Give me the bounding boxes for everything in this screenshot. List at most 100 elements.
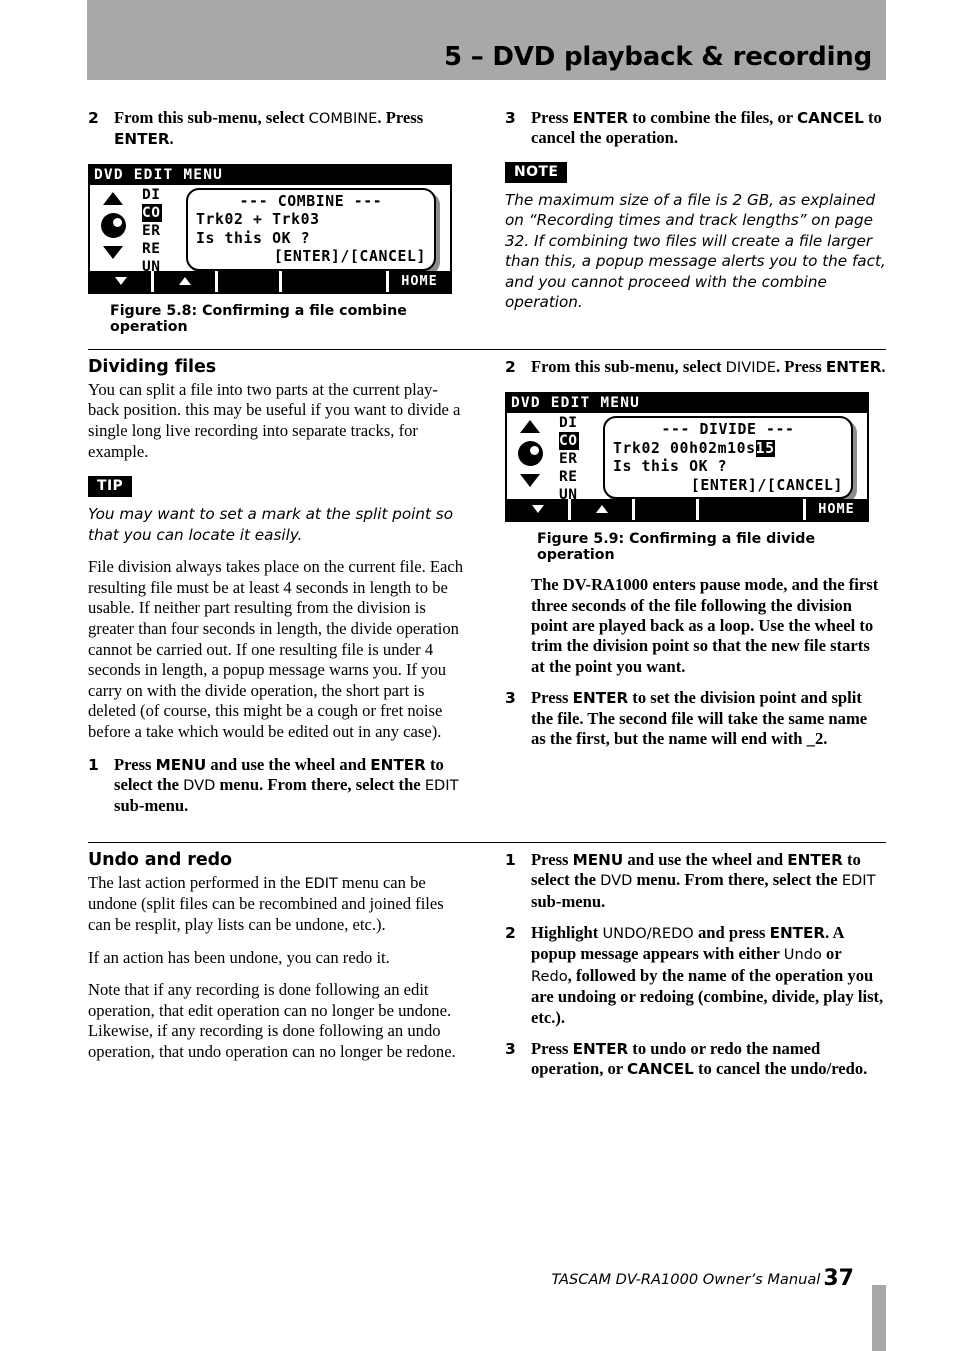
lcd-up-arrow-icon	[103, 191, 123, 205]
softkey-down	[507, 499, 572, 521]
step-number: 1	[505, 850, 516, 869]
lcd-menu-item-3: RE	[142, 240, 161, 257]
popup-line-keys: [ENTER]/[CANCEL]	[690, 476, 843, 494]
step-text-b: to combine the files, or	[628, 108, 797, 127]
lcd-menu-list: DI CO ER RE UN	[559, 414, 580, 504]
step-number: 2	[88, 109, 99, 127]
lcd-softkey-bar: HOME	[90, 270, 450, 292]
step-combine-2: 2 From this sub-menu, select COMBINE. Pr…	[88, 108, 469, 150]
footer-manual-title: TASCAM DV-RA1000 Owner’s Manual	[551, 1271, 821, 1288]
left-column-dividing-files: Dividing files You can split a file into…	[88, 357, 469, 828]
page-content: 2 From this sub-menu, select COMBINE. Pr…	[88, 108, 886, 1091]
dividing-files-para-1: You can split a file into two parts at t…	[88, 379, 461, 461]
popup-title: --- DIVIDE ---	[661, 421, 795, 439]
device-label-divide: DIVIDE	[725, 358, 776, 376]
device-label-edit: EDIT	[424, 776, 459, 794]
step-text-a: Press	[531, 1039, 573, 1058]
figure-5-9: DVD EDIT MENU DI CO ER RE UN --- DIVIDE …	[505, 392, 886, 563]
right-column-undo-redo: 1 Press MENU and use the wheel and ENTER…	[505, 850, 886, 1091]
page-footer: TASCAM DV-RA1000 Owner’s Manual 37	[551, 1266, 854, 1291]
page-number: 37	[823, 1266, 854, 1291]
key-label-menu: MENU	[155, 755, 207, 774]
step-text-d: menu. From there, select the	[215, 774, 425, 794]
step-number: 2	[505, 923, 516, 942]
triangle-up-icon	[595, 505, 608, 514]
lcd-menu-item-3: RE	[559, 469, 578, 486]
step-undo-3: 3 Press ENTER to undo or redo the named …	[505, 1039, 886, 1080]
step-text-a: Press	[531, 688, 573, 708]
step-text: Press ENTER to combine the files, or CAN…	[531, 108, 886, 149]
figure-5-8: DVD EDIT MENU DI CO ER RE UN --- COMBINE…	[88, 163, 469, 335]
lcd-popup-combine: --- COMBINE --- Trk02 + Trk03 Is this OK…	[186, 187, 436, 271]
lcd-title-bar: DVD EDIT MENU	[507, 394, 867, 414]
popup-line-question: Is this OK ?	[196, 229, 311, 247]
tip-text: You may want to set a mark at the split …	[88, 505, 454, 544]
step-text: Press MENU and use the wheel and ENTER t…	[114, 755, 469, 817]
device-label-edit: EDIT	[304, 875, 338, 892]
softkey-blank-1	[635, 499, 700, 521]
key-label-enter: ENTER	[572, 109, 629, 127]
step-text: Press ENTER to set the division point an…	[531, 688, 886, 749]
step-text-b: and use the wheel and	[623, 849, 788, 869]
step-dividing-1: 1 Press MENU and use the wheel and ENTER…	[88, 755, 469, 817]
device-label-combine: COMBINE	[308, 110, 378, 127]
popup-line-question: Is this OK ?	[613, 458, 728, 476]
lcd-menu-item-2: ER	[142, 222, 161, 239]
softkey-home: HOME	[401, 272, 438, 289]
key-label-enter: ENTER	[572, 1040, 629, 1058]
note-text: The maximum size of a file is 2 GB, as e…	[505, 190, 886, 312]
step-text-d: menu. From there, select the	[632, 870, 842, 890]
step-text: Highlight UNDO/REDO and press ENTER. A p…	[531, 923, 886, 1028]
right-column-dividing-files: 2 From this sub-menu, select DIVIDE. Pre…	[505, 357, 886, 761]
step-text: From this sub-menu, select COMBINE. Pres…	[114, 108, 469, 150]
undo-redo-para-1-a: The last action performed in the	[88, 872, 305, 892]
lcd-menu-item-0: DI	[142, 186, 161, 203]
softkey-blank-2	[282, 270, 389, 292]
content-row-dividing-files: Dividing files You can split a file into…	[88, 357, 886, 828]
step-number-blank	[505, 575, 531, 677]
step-text: Press ENTER to undo or redo the named op…	[531, 1039, 886, 1080]
step-text-a: Press	[114, 754, 156, 774]
device-label-dvd: DVD	[183, 776, 216, 794]
lcd-wheel-icon	[518, 441, 543, 467]
step-text-a: Press	[531, 849, 573, 869]
triangle-down-icon	[114, 276, 127, 285]
step-number: 3	[505, 689, 516, 708]
key-label-enter: ENTER	[114, 130, 170, 149]
step-text-a: Highlight	[531, 922, 603, 942]
step-divide-3: 3 Press ENTER to set the division point …	[505, 688, 886, 749]
section-divider-undo-redo	[88, 841, 886, 843]
lcd-down-arrow-icon	[103, 245, 123, 259]
key-label-enter: ENTER	[572, 689, 629, 708]
softkey-up	[571, 499, 636, 521]
heading-undo-and-redo: Undo and redo	[88, 849, 232, 870]
content-row-undo-redo: Undo and redo The last action performed …	[88, 850, 886, 1091]
key-label-cancel: CANCEL	[797, 109, 864, 127]
step-text-c: .	[881, 356, 886, 376]
step-undo-2: 2 Highlight UNDO/REDO and press ENTER. A…	[505, 923, 886, 1028]
triangle-up-icon	[178, 276, 191, 285]
softkey-blank-2	[699, 499, 806, 521]
key-label-enter: ENTER	[370, 755, 426, 774]
section-divider-dividing-files	[88, 348, 886, 350]
key-label-enter: ENTER	[787, 850, 843, 869]
lcd-wheel-icon	[101, 212, 126, 238]
step-text-e: sub-menu.	[531, 891, 606, 911]
popup-line-timecode: Trk02 00h02m10s15	[605, 439, 851, 459]
popup-line-keys: [ENTER]/[CANCEL]	[273, 248, 426, 266]
key-label-enter: ENTER	[825, 357, 882, 376]
step-text-a: From this sub-menu, select	[114, 108, 309, 127]
lcd-down-arrow-icon	[520, 474, 540, 488]
step-text: Press MENU and use the wheel and ENTER t…	[531, 850, 886, 912]
right-column-combine: 3 Press ENTER to combine the files, or C…	[505, 108, 886, 325]
lcd-screen-divide: DVD EDIT MENU DI CO ER RE UN --- DIVIDE …	[505, 392, 869, 523]
step-divide-2: 2 From this sub-menu, select DIVIDE. Pre…	[505, 357, 886, 378]
lcd-menu-item-1-selected: CO	[559, 432, 580, 451]
lcd-menu-item-0: DI	[559, 415, 578, 432]
softkey-down	[90, 270, 155, 292]
divide-explanation-paragraph: The DV-RA1000 enters pause mode, and the…	[505, 575, 886, 677]
step-text-b: . Press	[775, 356, 826, 376]
step-combine-3: 3 Press ENTER to combine the files, or C…	[505, 108, 886, 149]
tip-badge: TIP	[88, 476, 133, 498]
